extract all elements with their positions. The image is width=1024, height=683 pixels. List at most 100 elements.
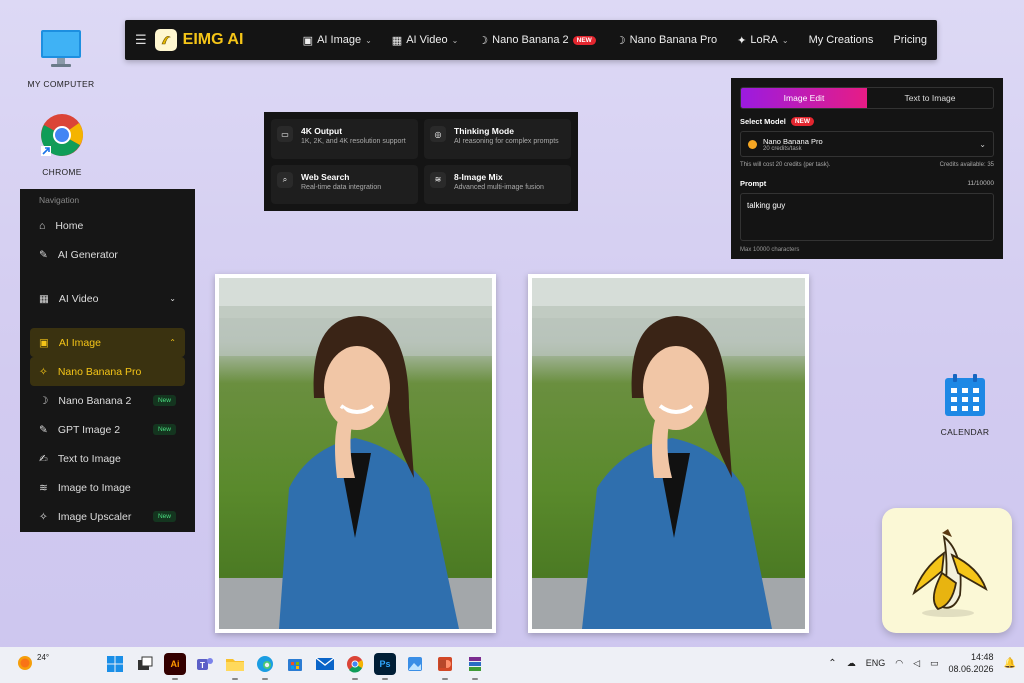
monitor-icon: ▭ xyxy=(277,126,293,142)
mail-icon[interactable] xyxy=(314,653,336,675)
feature-card: ≋ 8-Image Mix Advanced multi-image fusio… xyxy=(424,164,571,204)
search-icon: ⌕ xyxy=(277,171,293,188)
sidebar-item-home[interactable]: ⌂ Home xyxy=(30,211,185,240)
tab-image-edit[interactable]: Image Edit xyxy=(741,88,867,108)
sun-icon xyxy=(18,656,32,670)
feature-card: ▭ 4K Output 1K, 2K, and 4K resolution su… xyxy=(271,119,418,159)
sidebar-item-label: AI Generator xyxy=(57,248,118,261)
banana-icon: ☽ xyxy=(478,34,489,47)
magic-wand-icon: ✎ xyxy=(39,248,48,261)
banana-logo-icon xyxy=(154,29,177,51)
weather-widget[interactable]: 24° xyxy=(16,653,49,671)
sidebar-item-image-to-image[interactable]: ≋ Image to Image xyxy=(30,473,185,502)
feature-desc: Advanced multi-image fusion xyxy=(454,183,544,191)
home-icon: ⌂ xyxy=(39,219,46,232)
prompt-label-row: Prompt 11/10000 xyxy=(740,179,994,188)
feature-desc: AI reasoning for complex prompts xyxy=(454,138,559,145)
desktop-icon-label: MY COMPUTER xyxy=(27,79,95,89)
sidebar-item-text-to-image[interactable]: ✍ Text to Image xyxy=(30,444,185,473)
chrome-icon xyxy=(41,114,83,156)
desktop-icon-calendar[interactable]: CALENDAR xyxy=(925,372,1005,437)
model-select[interactable]: Nano Banana Pro 20 credits/task ⌄ xyxy=(740,131,994,157)
chrome-icon[interactable] xyxy=(344,653,366,680)
sidebar-item-label: Nano Banana Pro xyxy=(57,365,142,378)
film-icon: ▦ xyxy=(39,292,49,305)
nav-nano-banana-pro[interactable]: ☽ Nano Banana Pro xyxy=(616,34,717,47)
sidebar-item-label: Home xyxy=(55,219,84,232)
nav-nano-banana-2[interactable]: ☽ Nano Banana 2 NEW xyxy=(478,34,596,47)
magic-wand-icon: ✦ xyxy=(737,34,747,47)
desktop-icon-my-computer[interactable]: MY COMPUTER xyxy=(21,28,101,89)
photoshop-icon[interactable]: Ps xyxy=(374,653,396,680)
chevron-up-icon[interactable]: ⌃ xyxy=(828,658,836,669)
nav-pricing[interactable]: Pricing xyxy=(893,34,927,46)
nav-label: LoRA xyxy=(750,34,778,46)
select-model-label: Select Model NEW xyxy=(740,117,994,126)
sidebar-item-gpt-image-2[interactable]: ✎ GPT Image 2 New xyxy=(30,415,185,444)
start-icon[interactable] xyxy=(104,653,126,675)
illustrator-icon[interactable]: Ai xyxy=(164,653,186,680)
svg-text:T: T xyxy=(200,661,205,670)
photos-icon[interactable] xyxy=(404,653,426,675)
teams-icon[interactable]: T xyxy=(194,653,216,675)
new-tag: New xyxy=(152,511,176,522)
brand[interactable]: EIMG AI xyxy=(154,29,243,51)
tab-text-to-image[interactable]: Text to Image xyxy=(867,88,993,108)
desktop-icon-label: CHROME xyxy=(42,167,82,177)
feature-card: ⌕ Web Search Real-time data integration xyxy=(271,164,418,204)
sidebar-item-nano-banana-2[interactable]: ☽ Nano Banana 2 New xyxy=(30,386,185,415)
weather-temp: 24° xyxy=(37,652,50,662)
banana-app-tile[interactable] xyxy=(882,508,1012,633)
nav-ai-image[interactable]: ▣ AI Image ⌄ xyxy=(303,34,372,47)
prompt-input[interactable]: talking guy xyxy=(740,193,994,241)
notification-bell-icon[interactable]: 🔔 xyxy=(1004,658,1016,669)
sidebar-item-ai-image[interactable]: ▣ AI Image ⌃ xyxy=(30,328,185,357)
edge-icon[interactable] xyxy=(254,653,276,680)
powerpoint-icon[interactable] xyxy=(434,653,456,680)
nav-my-creations[interactable]: My Creations xyxy=(809,34,874,46)
nav-label: Pricing xyxy=(893,34,927,46)
features-panel: ▭ 4K Output 1K, 2K, and 4K resolution su… xyxy=(264,112,578,211)
nav-label: My Creations xyxy=(808,34,874,46)
wifi-icon[interactable]: ◠ xyxy=(895,658,903,669)
clock[interactable]: 14:48 08.06.2026 xyxy=(949,651,994,675)
prompt-label: Prompt xyxy=(740,179,767,188)
new-tag: New xyxy=(152,424,176,435)
file-explorer-icon[interactable] xyxy=(224,653,246,680)
sidebar-item-label: Image to Image xyxy=(57,481,131,494)
nav-ai-video[interactable]: ▦ AI Video ⌄ xyxy=(392,34,459,47)
woman-portrait-image xyxy=(219,278,492,629)
new-tag: New xyxy=(152,395,176,406)
feature-title: 8-Image Mix xyxy=(454,171,503,182)
winrar-icon[interactable] xyxy=(464,653,486,680)
nav-lora[interactable]: ✦ LoRA ⌄ xyxy=(737,34,788,47)
desktop-icon-chrome[interactable]: CHROME xyxy=(22,112,102,177)
image-icon: ▣ xyxy=(302,34,314,47)
nav-label: Nano Banana 2 xyxy=(492,34,569,46)
sidebar-item-label: Image Upscaler xyxy=(57,510,132,523)
sidebar-item-nano-banana-pro[interactable]: ✧ Nano Banana Pro xyxy=(30,357,185,386)
banana-icon: ☽ xyxy=(615,34,626,47)
cloud-icon[interactable]: ☁ xyxy=(847,658,856,669)
store-icon[interactable] xyxy=(284,653,306,675)
photo-original[interactable] xyxy=(215,274,496,633)
sidebar-item-image-upscaler[interactable]: ✧ Image Upscaler New xyxy=(30,502,185,531)
feature-desc: Real-time data integration xyxy=(301,183,382,191)
volume-icon[interactable]: ◁ xyxy=(913,658,920,669)
sidebar-item-label: Nano Banana 2 xyxy=(58,394,132,407)
sidebar-item-ai-generator[interactable]: ✎ AI Generator xyxy=(30,240,185,269)
system-tray: ⌃ ☁ ENG ◠ ◁ ▭ 14:48 08.06.2026 🔔 xyxy=(828,651,1016,675)
photo-scene xyxy=(219,278,492,629)
chevron-down-icon: ⌄ xyxy=(781,35,789,45)
photo-scene xyxy=(532,278,805,629)
woman-portrait-image xyxy=(532,278,805,629)
monitor-icon xyxy=(41,30,81,67)
sidebar-item-ai-video[interactable]: ▦ AI Video ⌄ xyxy=(30,284,185,313)
language-indicator[interactable]: ENG xyxy=(866,658,886,668)
photo-edited[interactable] xyxy=(528,274,809,633)
hamburger-icon[interactable]: ☰ xyxy=(135,32,147,48)
task-view-icon[interactable] xyxy=(134,653,156,675)
battery-icon[interactable]: ▭ xyxy=(930,658,939,669)
chevron-down-icon: ⌄ xyxy=(451,35,459,45)
image-icon: ▣ xyxy=(39,336,49,349)
